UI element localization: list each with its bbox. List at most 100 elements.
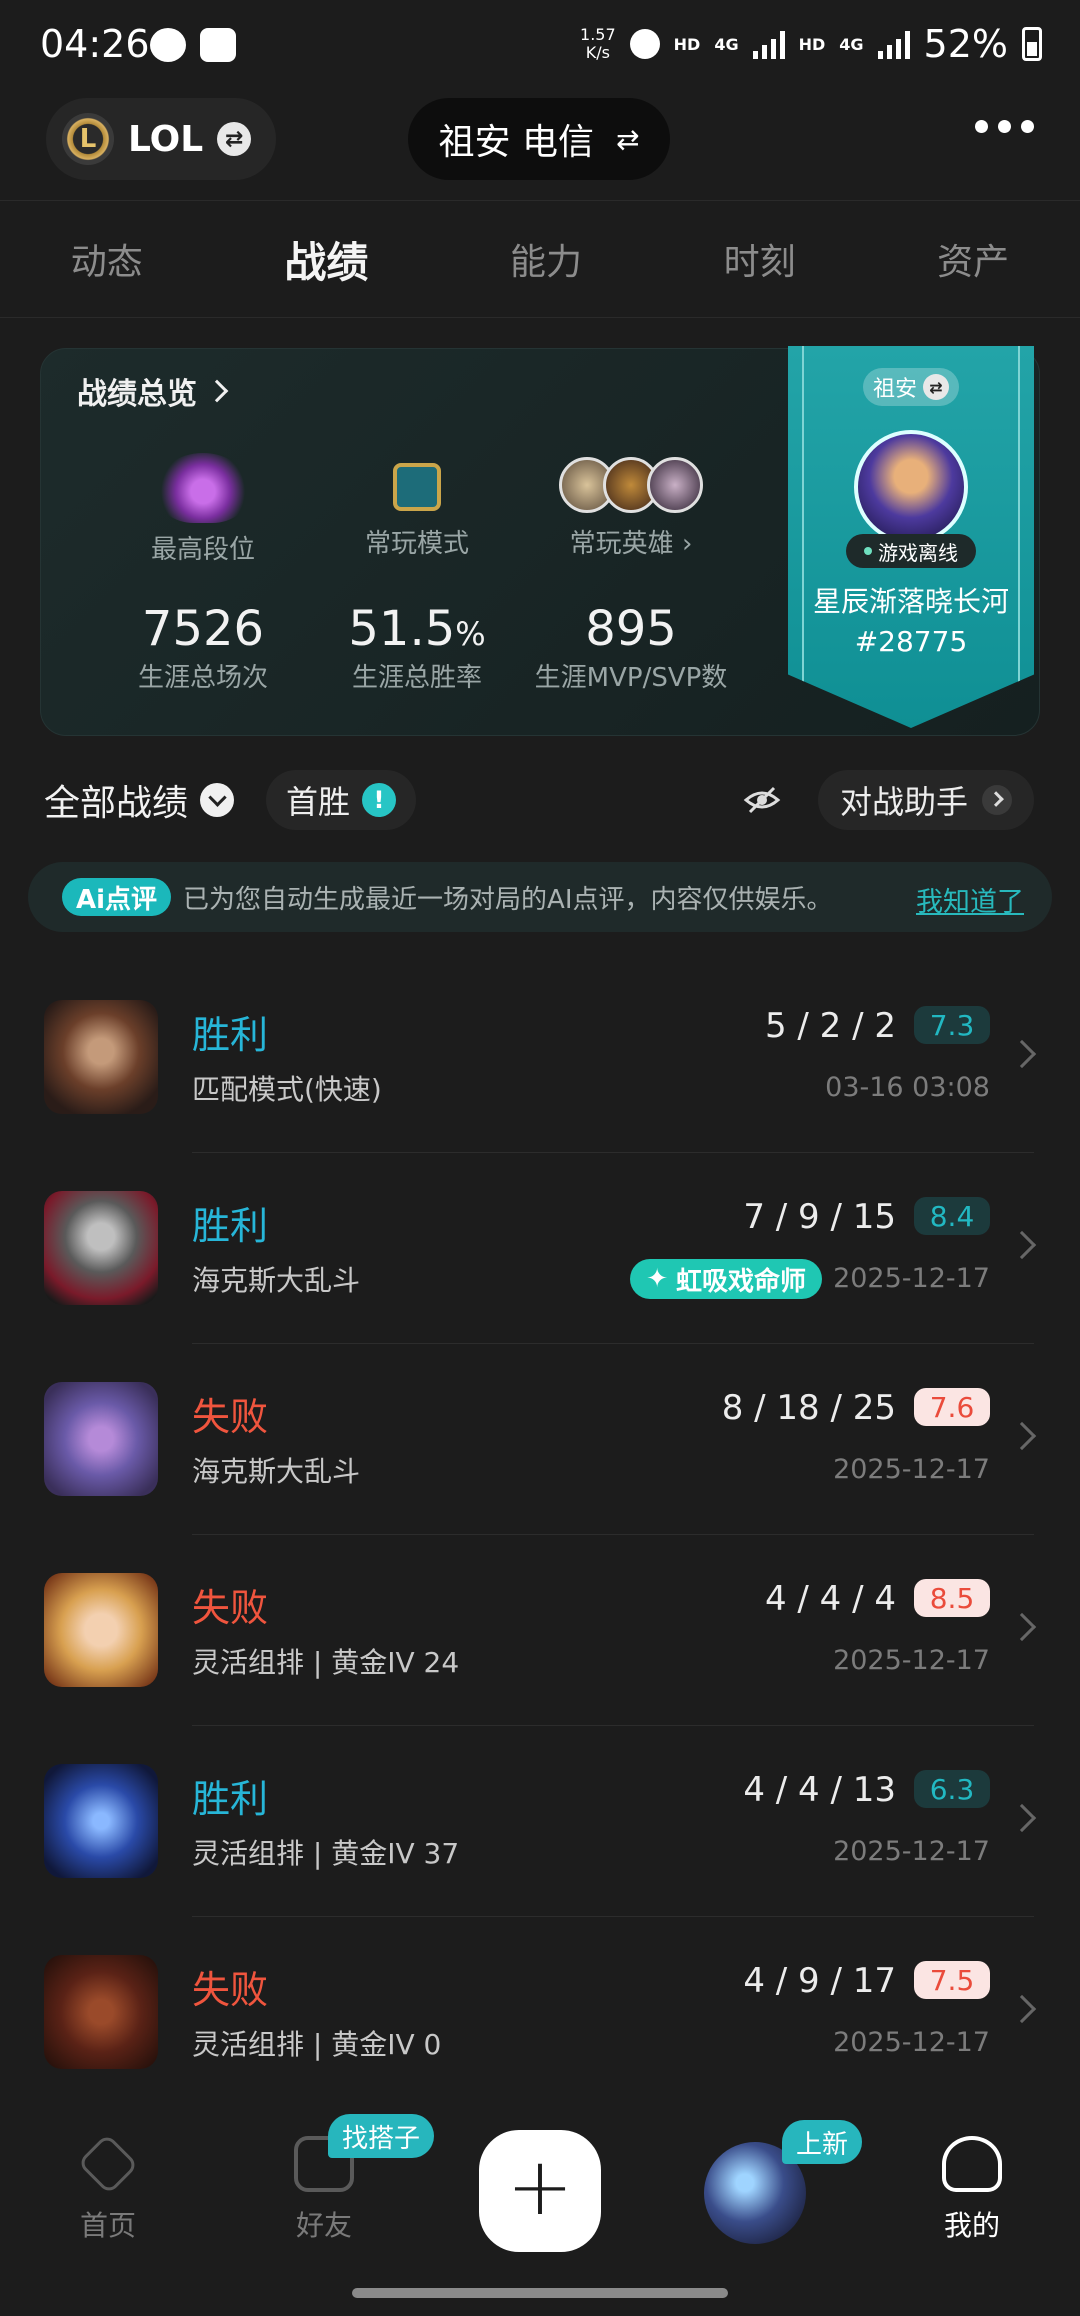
plus-icon[interactable]: + xyxy=(479,2130,601,2252)
swap-icon: ⇄ xyxy=(615,122,640,156)
friends-badge: 找搭子 xyxy=(328,2114,435,2158)
match-mode: 海克斯大乱斗 xyxy=(192,1455,361,1488)
message-icon xyxy=(150,28,186,62)
champion-avatar xyxy=(44,1191,158,1305)
champion-avatar xyxy=(44,1955,158,2069)
match-row[interactable]: 失败 灵活组排 | 黄金IV 24 4 / 4 / 4 8.5 2025-12-… xyxy=(0,1535,1080,1726)
profile-ribbon[interactable]: 祖安 ⇄ 游戏离线 星辰渐落晓长河 #28775 xyxy=(788,346,1034,728)
match-date: 2025-12-17 xyxy=(833,2027,990,2058)
match-date: 2025-12-17 xyxy=(833,1645,990,1676)
nav-me[interactable]: 我的 xyxy=(892,2136,1052,2244)
champion-avatar xyxy=(44,1000,158,1114)
match-row[interactable]: 胜利 灵活组排 | 黄金IV 37 4 / 4 / 13 6.3 2025-12… xyxy=(0,1726,1080,1917)
tab-records[interactable]: 战绩 xyxy=(284,229,368,290)
chevron-down-icon xyxy=(200,783,235,817)
image-icon xyxy=(200,28,236,62)
match-result: 失败 xyxy=(192,1968,269,2012)
chevron-right-icon xyxy=(1007,1612,1037,1642)
match-result: 失败 xyxy=(192,1586,269,1630)
match-date: 2025-12-17 xyxy=(833,1263,990,1294)
promo-badge: 上新 xyxy=(782,2120,863,2164)
signal-icon xyxy=(877,29,910,59)
match-kda: 4 / 4 / 4 xyxy=(764,1579,896,1619)
match-row[interactable]: 失败 海克斯大乱斗 8 / 18 / 25 7.6 2025-12-17 xyxy=(0,1344,1080,1535)
swap-icon: ⇄ xyxy=(923,374,949,400)
more-icon[interactable] xyxy=(975,120,1034,133)
alarm-icon xyxy=(629,29,660,59)
chevron-right-icon xyxy=(982,785,1012,815)
match-kda: 4 / 4 / 13 xyxy=(743,1770,896,1810)
total-games-stat: 7526 生涯总场次 xyxy=(137,601,268,693)
network-speed: 1.57 K/s xyxy=(580,25,616,62)
ai-banner-text: 已为您自动生成最近一场对局的AI点评，内容仅供娱乐。 xyxy=(183,884,833,915)
battery-percent: 52% xyxy=(923,22,1008,66)
nav-friends[interactable]: 好友 找搭子 xyxy=(244,2114,435,2244)
sparkle-icon: ✦ xyxy=(646,1264,668,1294)
match-score-badge: 8.5 xyxy=(914,1579,990,1617)
match-kda: 7 / 9 / 15 xyxy=(743,1197,896,1237)
profile-icon xyxy=(942,2136,1002,2192)
avatar[interactable] xyxy=(854,430,968,544)
player-name: 星辰渐落晓长河 xyxy=(812,585,1009,618)
win-rate-stat: 51.5% 生涯总胜率 xyxy=(348,601,486,693)
status-bar: 04:26 1.57 K/s HD 4G HD 4G 52% xyxy=(0,0,1080,95)
swap-icon: ⇄ xyxy=(217,122,252,156)
ai-review-banner: Ai点评 已为您自动生成最近一场对局的AI点评，内容仅供娱乐。 我知道了 xyxy=(28,862,1052,932)
match-date: 03-16 03:08 xyxy=(825,1072,990,1103)
tab-assets[interactable]: 资产 xyxy=(937,233,1009,285)
champion-avatar xyxy=(44,1573,158,1687)
match-kda: 5 / 2 / 2 xyxy=(764,1006,896,1046)
ai-tag: Ai点评 xyxy=(62,878,172,916)
augment-badge: ✦ 虹吸戏命师 xyxy=(630,1259,822,1299)
game-switch-button[interactable]: L LOL ⇄ xyxy=(46,98,276,180)
common-heroes[interactable]: 常玩英雄 › xyxy=(531,453,731,560)
match-kda: 8 / 18 / 25 xyxy=(721,1388,896,1428)
match-date: 2025-12-17 xyxy=(833,1454,990,1485)
chevron-right-icon xyxy=(1007,1039,1037,1069)
match-result: 胜利 xyxy=(192,1777,269,1821)
mvp-stat: 895 生涯MVP/SVP数 xyxy=(534,601,728,693)
match-result: 胜利 xyxy=(192,1204,269,1248)
server-name: 祖安 电信 xyxy=(438,122,594,163)
tab-feed[interactable]: 动态 xyxy=(71,233,143,285)
all-records-dropdown[interactable]: 全部战绩 xyxy=(44,770,235,830)
nav-home[interactable]: 首页 xyxy=(28,2133,188,2244)
overview-title-link[interactable]: 战绩总览 xyxy=(77,369,229,413)
match-score-badge: 6.3 xyxy=(914,1770,990,1808)
match-score-badge: 7.3 xyxy=(914,1006,990,1044)
highest-rank[interactable]: 最高段位 xyxy=(103,453,303,566)
chevron-right-icon xyxy=(1007,1803,1037,1833)
match-mode: 灵活组排 | 黄金IV 37 xyxy=(192,1837,460,1870)
server-switch-button[interactable]: 祖安 电信 ⇄ xyxy=(408,98,670,180)
champion-avatar xyxy=(44,1764,158,1878)
common-mode[interactable]: 常玩模式 xyxy=(317,453,517,560)
home-indicator[interactable] xyxy=(352,2288,728,2298)
battle-assistant-button[interactable]: 对战助手 xyxy=(817,770,1034,830)
status-time: 04:26 xyxy=(40,22,150,66)
tab-ability[interactable]: 能力 xyxy=(510,233,582,285)
battery-icon xyxy=(1022,27,1042,61)
eye-hidden-icon[interactable] xyxy=(742,780,782,820)
hero-avatar xyxy=(647,457,703,513)
region-switch[interactable]: 祖安 ⇄ xyxy=(863,368,959,406)
match-row[interactable]: 失败 灵活组排 | 黄金IV 0 4 / 9 / 17 7.5 2025-12-… xyxy=(0,1917,1080,2108)
chevron-right-icon xyxy=(1007,1421,1037,1451)
match-score-badge: 7.6 xyxy=(914,1388,990,1426)
info-icon: ! xyxy=(362,783,397,817)
match-score-badge: 7.5 xyxy=(914,1961,990,1999)
match-kda: 4 / 9 / 17 xyxy=(743,1961,896,2001)
tab-bar: 动态 战绩 能力 时刻 资产 xyxy=(0,200,1080,318)
match-result: 胜利 xyxy=(192,1013,269,1057)
chevron-right-icon xyxy=(205,379,229,403)
first-win-button[interactable]: 首胜 ! xyxy=(266,770,417,830)
online-status-badge: 游戏离线 xyxy=(846,534,976,568)
home-icon xyxy=(77,2133,139,2195)
match-row[interactable]: 胜利 匹配模式(快速) 5 / 2 / 2 7.3 03-16 03:08 xyxy=(0,962,1080,1153)
player-tag: #28775 xyxy=(854,625,968,658)
match-row[interactable]: 胜利 海克斯大乱斗 7 / 9 / 15 8.4 ✦ 虹吸戏命师 2025-12-… xyxy=(0,1153,1080,1344)
match-mode: 灵活组排 | 黄金IV 0 xyxy=(192,2028,442,2061)
match-date: 2025-12-17 xyxy=(833,1836,990,1867)
tab-moments[interactable]: 时刻 xyxy=(724,233,796,285)
match-score-badge: 8.4 xyxy=(914,1197,990,1235)
dismiss-link[interactable]: 我知道了 xyxy=(916,880,1024,919)
